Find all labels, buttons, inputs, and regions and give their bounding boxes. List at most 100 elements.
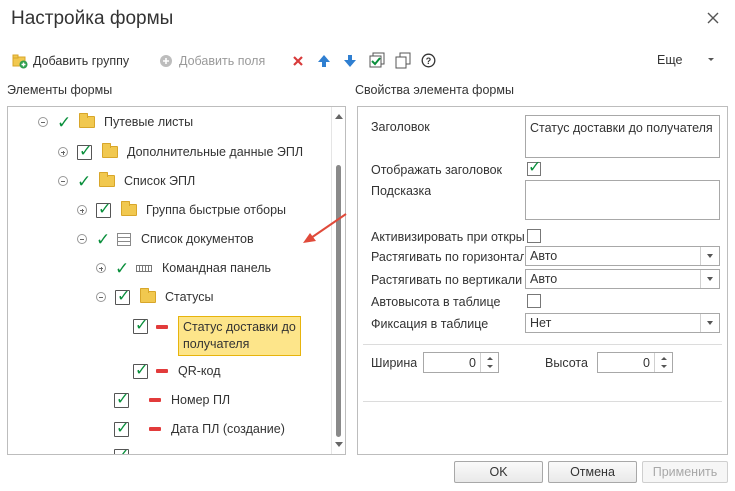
tree-item-pl-date[interactable]: ✓ Дата ПЛ (создание) <box>114 418 285 440</box>
field-icon <box>156 369 168 373</box>
form-elements-label: Элементы формы <box>7 83 113 97</box>
fix-label: Фиксация в таблице <box>371 317 489 331</box>
tree-item-label: QR-код <box>178 364 221 378</box>
header-label: Заголовок <box>371 120 430 134</box>
tree-item-documents-list[interactable]: ✓ Список документов <box>77 228 254 250</box>
tree-item-partial: ✓ <box>114 445 137 454</box>
check-mark-icon[interactable]: ✓ <box>115 260 133 277</box>
visibility-checkbox[interactable]: ✓ <box>114 420 129 437</box>
show-header-checkbox[interactable]: ✓ <box>527 159 541 176</box>
visibility-checkbox[interactable]: ✓ <box>77 143 92 160</box>
close-icon[interactable] <box>704 9 722 27</box>
fix-select[interactable]: Нет <box>525 313 720 333</box>
tree-item-label-line2: получателя <box>183 337 250 351</box>
tree-item-label: Номер ПЛ <box>171 393 231 407</box>
visibility-checkbox[interactable]: ✓ <box>115 288 130 305</box>
svg-text:?: ? <box>426 56 432 66</box>
scroll-down-icon[interactable] <box>335 442 343 448</box>
add-group-button[interactable]: Добавить группу <box>12 53 129 69</box>
scroll-up-icon[interactable] <box>335 113 343 119</box>
folder-icon <box>102 143 118 158</box>
move-down-icon[interactable] <box>343 53 357 69</box>
form-elements-tree[interactable]: ✓ Путевые листы ✓ Дополнительные данные … <box>7 106 346 455</box>
more-label: Еще <box>657 53 683 67</box>
collapse-icon[interactable] <box>58 176 68 186</box>
collapse-icon[interactable] <box>96 292 106 302</box>
tree-item-label-line1: Статус доставки до <box>183 320 296 334</box>
tree-item-label: Список документов <box>141 232 254 246</box>
visibility-checkbox[interactable]: ✓ <box>133 317 148 334</box>
tree-scrollbar[interactable] <box>331 107 345 454</box>
divider <box>363 344 722 345</box>
tree-item-statuses[interactable]: ✓ Статусы <box>96 286 214 308</box>
help-icon[interactable]: ? <box>421 53 436 68</box>
tree-item-pl-number[interactable]: ✓ Номер ПЛ <box>114 389 230 411</box>
table-icon <box>117 232 131 246</box>
add-fields-icon <box>160 55 172 67</box>
more-menu-button[interactable]: Еще <box>657 53 715 67</box>
cancel-button[interactable]: Отмена <box>548 461 637 483</box>
check-mark-icon[interactable]: ✓ <box>77 173 95 190</box>
stretch-vertical-select[interactable]: Авто <box>525 269 720 289</box>
dialog-title: Настройка формы <box>11 8 174 29</box>
tree-item-delivery-status[interactable]: ✓ Статус доставки до получателя <box>133 314 301 358</box>
tree-item-qr-code[interactable]: ✓ QR-код <box>133 360 221 382</box>
activate-checkbox[interactable] <box>527 229 541 243</box>
tree-item-label: Путевые листы <box>104 115 194 129</box>
check-mark-icon[interactable]: ✓ <box>96 231 114 248</box>
tree-item-command-bar[interactable]: ✓ Командная панель <box>96 257 271 279</box>
expand-icon[interactable] <box>96 263 106 273</box>
element-properties-label: Свойства элемента формы <box>355 83 514 97</box>
visibility-checkbox[interactable]: ✓ <box>114 391 129 408</box>
header-field[interactable]: Статус доставки до получателя <box>525 115 720 158</box>
fix-value: Нет <box>530 316 552 330</box>
folder-icon <box>121 201 137 216</box>
selected-item-label: Статус доставки до получателя <box>178 316 301 356</box>
hint-field[interactable] <box>525 180 720 220</box>
stepper-arrows-icon[interactable] <box>480 353 498 372</box>
ok-button[interactable]: OK <box>454 461 543 483</box>
scroll-thumb[interactable] <box>336 165 341 437</box>
check-mark-icon[interactable]: ✓ <box>57 114 75 131</box>
stepper-arrows-icon[interactable] <box>654 353 672 372</box>
folder-icon <box>79 113 95 128</box>
visibility-checkbox[interactable]: ✓ <box>133 362 148 379</box>
stretch-horizontal-label: Растягивать по горизонтал <box>371 250 524 264</box>
annotation-arrow-icon <box>303 213 347 243</box>
add-fields-button[interactable]: Добавить поля <box>158 53 265 69</box>
activate-label: Активизировать при откры <box>371 230 524 244</box>
expand-icon[interactable] <box>58 147 68 157</box>
collapse-icon[interactable] <box>38 117 48 127</box>
stretch-vertical-label: Растягивать по вертикали <box>371 273 523 287</box>
tree-item-epl-list[interactable]: ✓ Список ЭПЛ <box>58 170 195 192</box>
field-icon <box>149 398 161 402</box>
stretch-horizontal-select[interactable]: Авто <box>525 246 720 266</box>
autoheight-label: Автовысота в таблице <box>371 295 501 309</box>
collapse-icon[interactable] <box>77 234 87 244</box>
chevron-down-icon <box>708 58 715 61</box>
expand-icon[interactable] <box>77 205 87 215</box>
delete-icon[interactable] <box>291 54 305 68</box>
field-icon <box>156 325 168 329</box>
tree-item-label: Статусы <box>165 290 214 304</box>
tree-item-label: Командная панель <box>162 261 272 275</box>
add-group-label: Добавить группу <box>33 54 130 68</box>
tree-item-additional-data[interactable]: ✓ Дополнительные данные ЭПЛ <box>58 141 303 163</box>
move-up-icon[interactable] <box>317 53 331 69</box>
tree-item-label: Группа быстрые отборы <box>146 203 287 217</box>
dropdown-arrow-icon[interactable] <box>700 270 719 288</box>
visibility-checkbox[interactable]: ✓ <box>96 201 111 218</box>
apply-button[interactable]: Применить <box>642 461 728 483</box>
show-header-label: Отображать заголовок <box>371 163 503 177</box>
height-stepper[interactable]: 0 <box>597 352 673 373</box>
width-stepper[interactable]: 0 <box>423 352 499 373</box>
tree-item-travel-sheets[interactable]: ✓ Путевые листы <box>38 111 193 133</box>
copy-icon[interactable] <box>395 52 412 69</box>
tree-item-label: Дополнительные данные ЭПЛ <box>127 145 304 159</box>
dropdown-arrow-icon[interactable] <box>700 247 719 265</box>
check-all-icon[interactable] <box>369 52 386 69</box>
stretch-vertical-value: Авто <box>530 272 558 286</box>
tree-item-quick-filters[interactable]: ✓ Группа быстрые отборы <box>77 199 286 221</box>
autoheight-checkbox[interactable] <box>527 294 541 308</box>
dropdown-arrow-icon[interactable] <box>700 314 719 332</box>
